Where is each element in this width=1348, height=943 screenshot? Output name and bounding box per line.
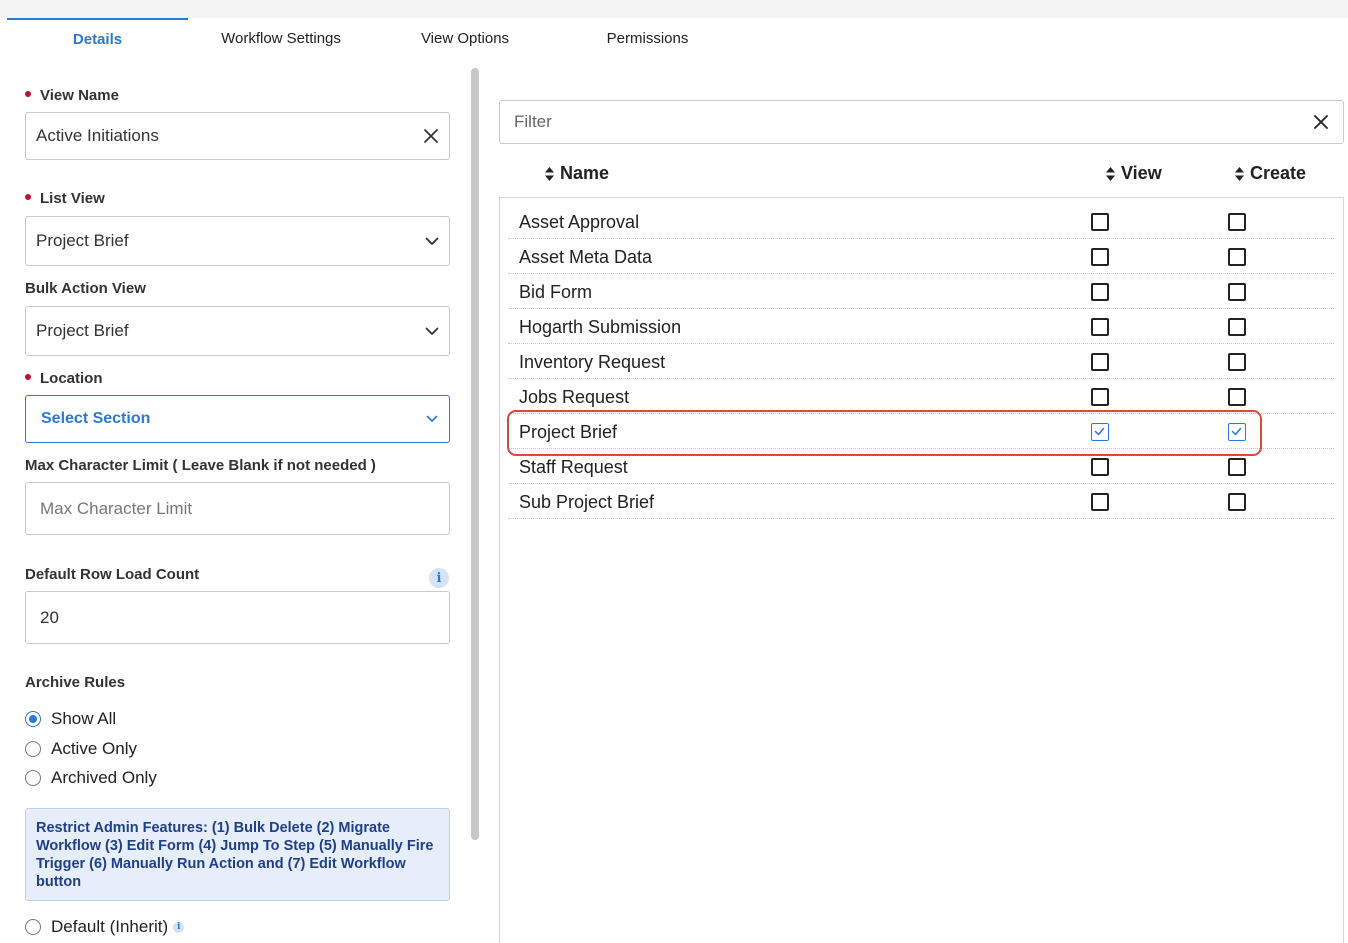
location-label: Location: [25, 370, 103, 387]
location-label-text: Location: [40, 370, 103, 387]
row-load-value: 20: [40, 607, 59, 627]
tab-workflow-settings[interactable]: Workflow Settings: [195, 18, 367, 58]
table-row: Asset Meta Data: [508, 239, 1334, 274]
view-checkbox[interactable]: [1091, 493, 1109, 511]
row-name: Hogarth Submission: [519, 317, 682, 337]
table-row: Staff Request: [508, 449, 1334, 484]
table-row: Hogarth Submission: [508, 309, 1334, 344]
radio-button[interactable]: [25, 741, 41, 757]
row-load-input[interactable]: 20: [25, 591, 450, 644]
archive-rules-label: Archive Rules: [25, 674, 126, 691]
row-name: Asset Approval: [519, 212, 640, 232]
create-checkbox[interactable]: [1228, 388, 1246, 406]
required-dot: [25, 194, 31, 201]
view-checkbox[interactable]: [1091, 318, 1109, 336]
column-label: Create: [1250, 163, 1307, 183]
table-row: Bid Form: [508, 274, 1334, 309]
list-view-label: List View: [25, 190, 105, 207]
radio-label: Show All: [51, 709, 117, 728]
create-checkbox[interactable]: [1228, 458, 1246, 476]
list-view-label-text: List View: [40, 190, 105, 207]
table-row: Jobs Request: [508, 379, 1334, 414]
radio-show-all[interactable]: Show All: [25, 709, 116, 729]
view-checkbox[interactable]: [1091, 423, 1109, 441]
view-checkbox[interactable]: [1091, 353, 1109, 371]
radio-button[interactable]: [25, 770, 41, 786]
row-name: Inventory Request: [519, 352, 666, 372]
view-name-label-text: View Name: [40, 87, 119, 104]
info-icon[interactable]: i: [429, 568, 449, 588]
column-label: Name: [560, 163, 610, 183]
location-value: Select Section: [41, 410, 151, 427]
view-name-input[interactable]: Active Initiations: [25, 112, 450, 160]
view-checkbox[interactable]: [1091, 283, 1109, 301]
bulk-action-label: Bulk Action View: [25, 280, 146, 297]
radio-label: Archived Only: [51, 768, 157, 787]
filter-placeholder: Filter: [514, 112, 552, 131]
sort-icon: [544, 166, 555, 182]
list-view-select[interactable]: Project Brief: [25, 216, 450, 266]
row-name: Jobs Request: [519, 387, 630, 407]
radio-active-only[interactable]: Active Only: [25, 739, 137, 759]
radio-button[interactable]: [25, 711, 41, 727]
list-view-value: Project Brief: [36, 231, 129, 250]
chevron-down-icon: [425, 234, 439, 248]
chevron-down-icon: [425, 324, 439, 338]
sort-icon: [1105, 166, 1116, 182]
bulk-action-select[interactable]: Project Brief: [25, 306, 450, 356]
create-checkbox[interactable]: [1228, 353, 1246, 371]
table-row: Asset Approval: [508, 204, 1334, 239]
create-checkbox[interactable]: [1228, 493, 1246, 511]
max-char-label: Max Character Limit ( Leave Blank if not…: [25, 457, 376, 474]
create-checkbox[interactable]: [1228, 318, 1246, 336]
table-row: Inventory Request: [508, 344, 1334, 379]
create-checkbox[interactable]: [1228, 213, 1246, 231]
tab-bar: Details Workflow Settings View Options P…: [0, 0, 1348, 58]
view-name-label: View Name: [25, 87, 119, 104]
radio-label: Active Only: [51, 739, 137, 758]
bulk-action-value: Project Brief: [36, 321, 129, 340]
view-checkbox[interactable]: [1091, 458, 1109, 476]
column-header-create[interactable]: Create: [1234, 163, 1306, 184]
row-name: Sub Project Brief: [519, 492, 655, 512]
clear-icon[interactable]: [1313, 114, 1329, 130]
column-header-name[interactable]: Name: [544, 163, 609, 184]
radio-button[interactable]: [25, 919, 41, 935]
row-name: Staff Request: [519, 457, 628, 477]
view-name-value: Active Initiations: [36, 126, 159, 145]
max-char-input[interactable]: Max Character Limit: [25, 482, 450, 535]
row-name: Asset Meta Data: [519, 247, 653, 267]
chevron-down-icon: [425, 412, 439, 426]
table-row: Sub Project Brief: [508, 484, 1334, 519]
radio-label: Default (Inherit): [51, 917, 169, 936]
create-checkbox[interactable]: [1228, 248, 1246, 266]
required-dot: [25, 91, 31, 98]
tab-permissions[interactable]: Permissions: [580, 18, 715, 58]
required-dot: [25, 374, 31, 381]
restrict-admin-notice: Restrict Admin Features: (1) Bulk Delete…: [25, 808, 450, 901]
clear-icon[interactable]: [423, 128, 439, 144]
row-name: Project Brief: [519, 422, 618, 442]
view-checkbox[interactable]: [1091, 213, 1109, 231]
column-label: View: [1121, 163, 1162, 183]
create-checkbox[interactable]: [1228, 283, 1246, 301]
top-strip: [0, 0, 1348, 18]
location-select[interactable]: Select Section: [25, 395, 450, 443]
row-name: Bid Form: [519, 282, 593, 302]
tab-view-options[interactable]: View Options: [395, 18, 535, 58]
row-load-label: Default Row Load Count: [25, 566, 200, 583]
view-checkbox[interactable]: [1091, 388, 1109, 406]
column-header-view[interactable]: View: [1105, 163, 1162, 184]
table-row: Project Brief: [508, 414, 1334, 449]
filter-input[interactable]: Filter: [499, 100, 1344, 144]
info-icon[interactable]: i: [173, 921, 185, 933]
radio-archived-only[interactable]: Archived Only: [25, 768, 157, 788]
radio-default-inherit[interactable]: Default (Inherit) i: [25, 917, 185, 937]
scrollbar[interactable]: [471, 68, 479, 840]
view-checkbox[interactable]: [1091, 248, 1109, 266]
create-checkbox[interactable]: [1228, 423, 1246, 441]
max-char-placeholder: Max Character Limit: [40, 498, 193, 518]
sort-icon: [1234, 166, 1245, 182]
tab-details[interactable]: Details: [7, 18, 188, 58]
